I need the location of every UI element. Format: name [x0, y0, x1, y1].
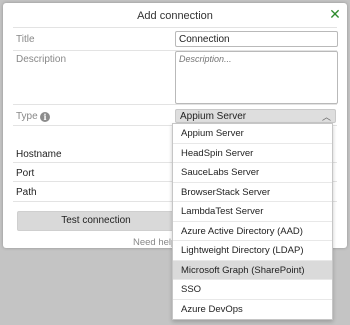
dropdown-option[interactable]: Lightweight Directory (LDAP) — [173, 241, 332, 261]
divider — [13, 104, 337, 105]
divider — [13, 27, 337, 28]
chevron-up-icon: ︿ — [321, 112, 331, 122]
description-label: Description — [16, 54, 67, 65]
title-label: Title — [16, 34, 35, 45]
type-select[interactable]: Appium Server ︿ — [175, 109, 336, 123]
port-label: Port — [16, 168, 35, 179]
hostname-label: Hostname — [16, 149, 62, 160]
dropdown-option[interactable]: Azure Active Directory (AAD) — [173, 222, 332, 241]
dropdown-option[interactable]: SSO — [173, 280, 332, 300]
dropdown-option[interactable]: LambdaTest Server — [173, 202, 332, 222]
type-dropdown-list: Appium Server HeadSpin Server SauceLabs … — [172, 123, 333, 320]
dropdown-option[interactable]: Microsoft Graph (SharePoint) — [173, 260, 332, 280]
description-input[interactable] — [175, 51, 338, 104]
path-label: Path — [16, 187, 37, 198]
dropdown-option[interactable]: Azure DevOps — [173, 300, 332, 320]
type-label: Type — [16, 111, 38, 122]
dialog-title: Add connection — [137, 10, 213, 22]
test-connection-button[interactable]: Test connection — [17, 211, 175, 231]
info-icon[interactable]: i — [40, 112, 50, 122]
title-input[interactable] — [175, 31, 338, 47]
dropdown-option[interactable]: SauceLabs Server — [173, 163, 332, 183]
type-select-value: Appium Server — [180, 111, 247, 122]
dropdown-option[interactable]: BrowserStack Server — [173, 183, 332, 202]
dropdown-option[interactable]: HeadSpin Server — [173, 144, 332, 163]
close-icon[interactable]: ✕ — [328, 7, 342, 21]
dropdown-option[interactable]: Appium Server — [173, 124, 332, 144]
